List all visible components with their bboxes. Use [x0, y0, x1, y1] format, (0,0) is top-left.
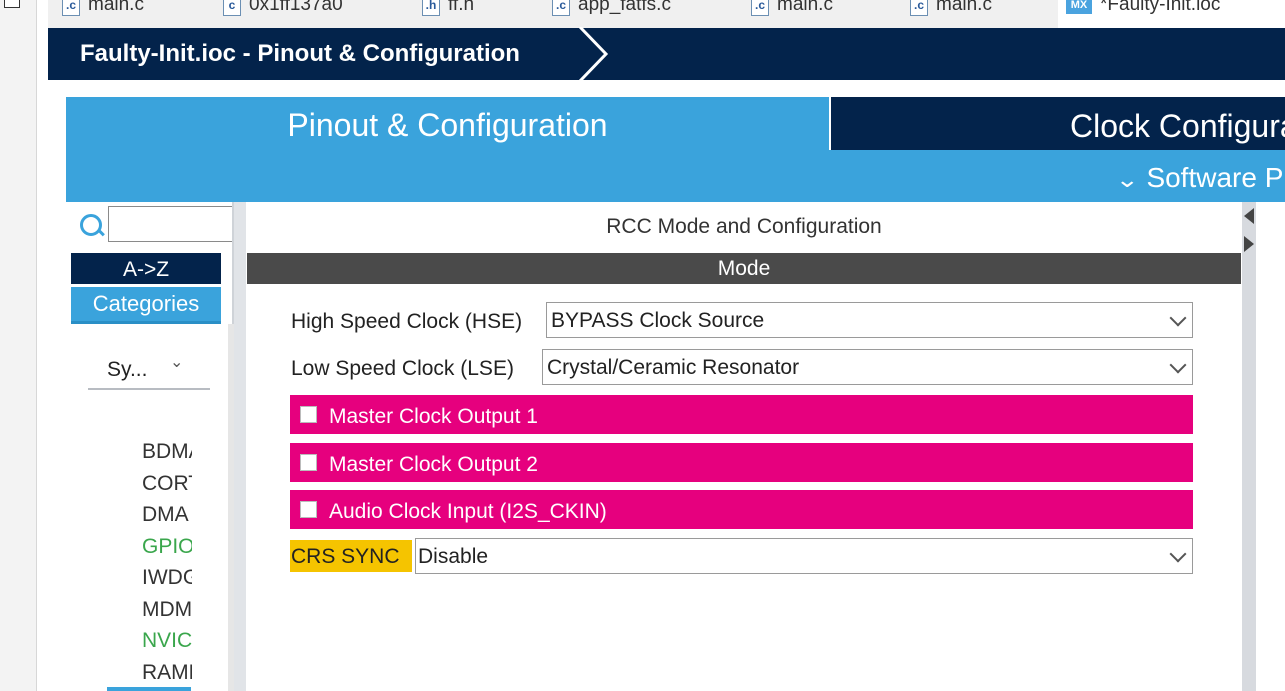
editor-tab-bar: .c main.c c 0x1ff137a0 .h ff.h .c app_fa…	[48, 0, 1285, 28]
lse-label: Low Speed Clock (LSE)	[291, 357, 514, 380]
i2s-ckin-label: Audio Clock Input (I2S_CKIN)	[329, 500, 607, 523]
category-item-iwdg[interactable]: IWDG	[142, 566, 192, 590]
expand-right-icon[interactable]	[1244, 236, 1254, 252]
category-item-nvic[interactable]: NVIC	[142, 629, 192, 653]
search-input[interactable]	[108, 206, 232, 242]
search-icon[interactable]	[80, 214, 102, 236]
mco1-row: Master Clock Output 1	[290, 395, 1193, 434]
c-file-icon: .c	[910, 0, 928, 16]
c-file-icon: c	[223, 0, 241, 16]
sub-toolbar: ⌄ Software P	[66, 150, 1285, 202]
sort-az-button[interactable]: A->Z	[71, 253, 221, 284]
lse-value: Crystal/Ceramic Resonator	[547, 356, 800, 379]
window-restore-icon[interactable]	[4, 0, 20, 8]
right-collapse-bar[interactable]	[1242, 202, 1256, 691]
i2s-ckin-checkbox[interactable]	[300, 501, 317, 518]
c-file-icon: .c	[62, 0, 80, 16]
panel-divider[interactable]	[234, 202, 246, 691]
category-item-mdma[interactable]: MDMA	[142, 598, 192, 622]
crs-sync-select[interactable]: Disable	[415, 538, 1193, 574]
mco2-checkbox[interactable]	[300, 454, 317, 471]
software-packs-menu[interactable]: ⌄ Software P	[1115, 162, 1284, 194]
categories-button[interactable]: Categories	[71, 287, 221, 324]
tab-main-c-2[interactable]: .c main.c	[751, 0, 833, 28]
hse-select[interactable]: BYPASS Clock Source	[546, 302, 1193, 338]
tab-faulty-init-ioc[interactable]: MX *Faulty-Init.ioc	[1058, 0, 1285, 28]
mco1-checkbox[interactable]	[300, 406, 317, 423]
tab-label: ff.h	[448, 0, 475, 15]
left-window-strip	[0, 0, 37, 691]
c-file-icon: .c	[552, 0, 570, 16]
mco1-label: Master Clock Output 1	[329, 405, 538, 428]
chevron-down-icon: ⌄	[170, 354, 184, 371]
category-group-select[interactable]: Sy... ⌄	[88, 350, 210, 390]
hse-label: High Speed Clock (HSE)	[291, 310, 523, 333]
c-file-icon: .c	[751, 0, 769, 16]
chevron-down-icon	[1172, 542, 1184, 554]
tab-ff-h[interactable]: .h ff.h	[422, 0, 474, 28]
page-title: Faulty-Init.ioc - Pinout & Configuration	[80, 40, 520, 67]
crs-sync-label: CRS SYNC	[290, 540, 412, 572]
category-item-ramecc[interactable]: RAMECC	[142, 661, 192, 685]
tab-pinout-configuration[interactable]: Pinout & Configuration	[66, 97, 829, 150]
crs-sync-value: Disable	[418, 545, 489, 568]
category-item-cortex[interactable]: CORTEX	[142, 472, 192, 496]
category-group-value: Sy...	[107, 358, 148, 381]
mx-file-icon: MX	[1066, 0, 1092, 14]
mode-header: Mode	[247, 253, 1241, 284]
lse-select[interactable]: Crystal/Ceramic Resonator	[542, 349, 1193, 385]
tab-label: 0x1ff137a0	[249, 0, 343, 15]
category-item-dma[interactable]: DMA	[142, 503, 192, 527]
tab-main-c-3[interactable]: .c main.c	[910, 0, 992, 28]
tab-app-fatfs-c[interactable]: .c app_fatfs.c	[552, 0, 671, 28]
rcc-section-title: RCC Mode and Configuration	[606, 215, 882, 238]
i2s-ckin-row: Audio Clock Input (I2S_CKIN)	[290, 490, 1193, 529]
hse-value: BYPASS Clock Source	[551, 309, 765, 332]
page-title-bar: Faulty-Init.ioc - Pinout & Configuration	[48, 27, 1285, 81]
breadcrumb-chevron-icon	[578, 27, 609, 81]
collapse-left-icon[interactable]	[1244, 208, 1254, 224]
mco2-row: Master Clock Output 2	[290, 443, 1193, 482]
chevron-down-icon	[1172, 306, 1184, 318]
mco2-label: Master Clock Output 2	[329, 453, 538, 476]
software-packs-label: Software P	[1146, 162, 1284, 193]
tab-label: app_fatfs.c	[578, 0, 671, 15]
chevron-down-icon	[1172, 353, 1184, 365]
tab-label: main.c	[777, 0, 833, 15]
tab-address[interactable]: c 0x1ff137a0	[223, 0, 343, 28]
h-file-icon: .h	[422, 0, 440, 16]
tab-label: main.c	[936, 0, 992, 15]
category-item-gpio[interactable]: GPIO	[142, 535, 192, 559]
tab-clock-configuration[interactable]: Clock Configura	[831, 97, 1285, 150]
tab-label: *Faulty-Init.ioc	[1100, 0, 1221, 15]
tab-main-c-1[interactable]: .c main.c	[62, 0, 144, 28]
category-item-bdma[interactable]: BDMA	[142, 440, 192, 464]
chevron-down-icon: ⌄	[1115, 167, 1140, 192]
category-selection-indicator	[107, 687, 191, 691]
tab-label: main.c	[88, 0, 144, 15]
